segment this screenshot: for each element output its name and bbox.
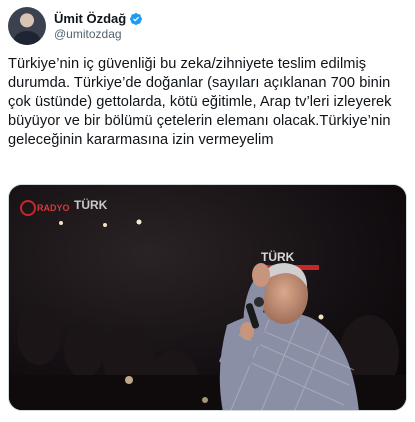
tweet-header: Ümit Özdağ @umitozdag [8, 6, 143, 46]
verified-badge-icon [130, 12, 143, 25]
watermark-line1: TÜRK [74, 197, 108, 212]
avatar[interactable] [8, 7, 46, 45]
author-display-name[interactable]: Ümit Özdağ [54, 11, 126, 27]
author-handle[interactable]: @umitozdag [54, 27, 143, 42]
tweet-card: Ümit Özdağ @umitozdag Türkiye’nin iç güv… [0, 0, 415, 422]
name-row: Ümit Özdağ [54, 11, 143, 27]
author-names: Ümit Özdağ @umitozdag [54, 11, 143, 42]
tweet-video[interactable]: RADYO TÜRK TÜRK [8, 184, 407, 411]
video-frame: RADYO TÜRK TÜRK [9, 185, 406, 410]
watermark-line3: TÜRK [261, 249, 295, 264]
watermark-line2: RADYO [37, 203, 70, 213]
tweet-text: Türkiye’nin iç güvenliği bu zeka/zihniye… [8, 56, 392, 148]
